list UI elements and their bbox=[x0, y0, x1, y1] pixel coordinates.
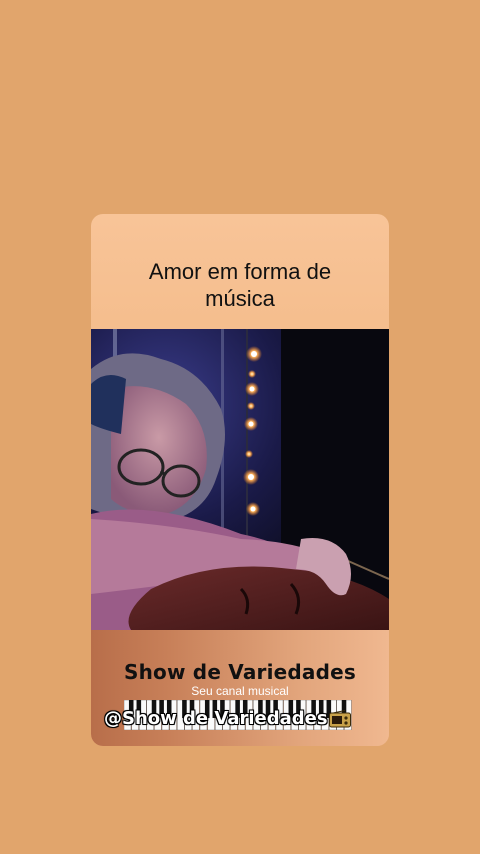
post-title: Amor em forma de música bbox=[91, 258, 389, 312]
post-title-line-2: música bbox=[205, 286, 275, 311]
channel-tagline: Seu canal musical bbox=[191, 684, 289, 698]
radio-icon bbox=[329, 710, 351, 728]
channel-handle[interactable]: @Show de Variedades bbox=[104, 704, 354, 734]
violinist-video bbox=[91, 329, 389, 630]
post-card: Amor em forma de música Show de Variedad… bbox=[91, 214, 389, 746]
post-title-line-1: Amor em forma de bbox=[148, 259, 332, 284]
video-frame[interactable] bbox=[91, 329, 389, 630]
channel-brand: Show de Variedades bbox=[123, 660, 357, 684]
page: Amor em forma de música Show de Variedad… bbox=[0, 0, 480, 854]
